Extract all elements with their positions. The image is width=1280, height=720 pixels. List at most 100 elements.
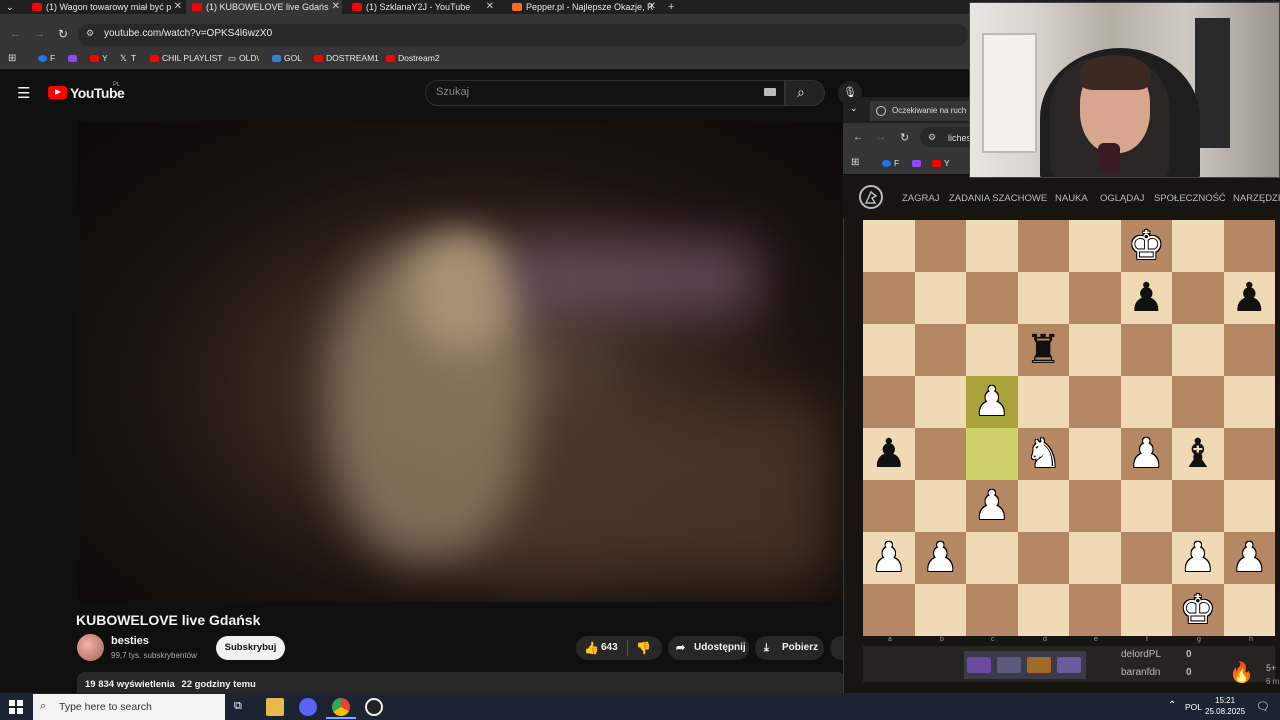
windows-start-icon[interactable] <box>9 700 23 714</box>
player-name[interactable]: delordPL <box>1121 649 1161 660</box>
thumbs-up-icon[interactable]: 👍 <box>584 636 599 660</box>
close-tab-icon[interactable]: ✕ <box>174 0 182 14</box>
square-c8[interactable] <box>966 220 1018 272</box>
chess-piece-h7[interactable]: ♟ <box>1224 272 1276 324</box>
player-name[interactable]: baranfdn <box>1121 667 1160 678</box>
square-c1[interactable] <box>966 584 1018 636</box>
chess-piece-d6[interactable]: ♜ <box>1018 324 1070 376</box>
chess-piece-h2[interactable]: ♟ <box>1224 532 1276 584</box>
square-g7[interactable] <box>1172 272 1224 324</box>
bookmark-twitch[interactable] <box>68 53 80 63</box>
bookmark-folder-old[interactable]: ▭ OLD\ <box>228 53 259 64</box>
taskbar-clock[interactable]: 15:21 25.08.2025 <box>1205 695 1245 717</box>
square-b1[interactable] <box>914 584 966 636</box>
nav-puzzles[interactable]: ZADANIA SZACHOWE <box>949 193 1047 204</box>
like-count[interactable]: 643 <box>601 636 618 660</box>
square-e6[interactable] <box>1069 324 1121 376</box>
download-button[interactable]: ⤓ Pobierz <box>755 636 824 660</box>
square-e3[interactable] <box>1069 480 1121 532</box>
square-h5[interactable] <box>1223 376 1275 428</box>
square-b8[interactable] <box>914 220 966 272</box>
nav-community[interactable]: SPOŁECZNOŚĆ <box>1154 193 1226 204</box>
back-icon[interactable]: ← <box>10 28 21 40</box>
forward-icon[interactable]: → <box>34 28 45 40</box>
square-d5[interactable] <box>1017 376 1069 428</box>
thumbs-down-icon[interactable]: 👎 <box>636 636 651 660</box>
chess-piece-c3[interactable]: ♟ <box>966 480 1018 532</box>
square-h1[interactable] <box>1223 584 1275 636</box>
task-view-icon[interactable]: ⧉ <box>234 700 242 713</box>
square-e5[interactable] <box>1069 376 1121 428</box>
search-input[interactable] <box>425 80 785 106</box>
close-tab-icon[interactable]: ✕ <box>648 0 656 14</box>
keyboard-icon[interactable] <box>764 88 776 96</box>
bookmark-f[interactable]: F <box>38 53 55 63</box>
browser-tab-active[interactable]: (1) KUBOWELOVE live Gdańs ✕ <box>186 0 342 14</box>
chess-board[interactable]: ♚ ♟ ♟ ♜ ♟ ♟ ♞ ♟ ♝ ♟ ♟ ♟ ♟ ♟ ♚ <box>863 220 1275 636</box>
lichess-tab[interactable]: Oczekiwanie na ruch p <box>870 101 980 121</box>
discord-icon[interactable] <box>299 698 317 716</box>
subscribe-button[interactable]: Subskrybuj <box>216 636 285 660</box>
more-actions-button[interactable] <box>830 636 844 660</box>
square-e4[interactable] <box>1069 428 1121 480</box>
bookmark-dostream1[interactable]: DOSTREAM1 <box>314 53 379 63</box>
square-b5[interactable] <box>914 376 966 428</box>
notifications-icon[interactable]: 🗨 <box>1256 700 1270 713</box>
browser-tab[interactable]: (1) SzklanaY2J - YouTube ✕ <box>346 0 496 14</box>
reload-icon[interactable]: ↻ <box>900 131 909 144</box>
nav-learn[interactable]: NAUKA <box>1055 193 1088 204</box>
square-g3[interactable] <box>1172 480 1224 532</box>
square-b3[interactable] <box>914 480 966 532</box>
site-info-icon[interactable]: ⚙ <box>86 28 94 39</box>
browser-tab[interactable]: (1) Wagon towarowy miał być p ✕ <box>26 0 184 14</box>
bookmark-t[interactable]: 𝕏T <box>120 53 136 64</box>
chess-piece-g4[interactable]: ♝ <box>1172 428 1224 480</box>
chess-piece-c5[interactable]: ♟ <box>966 376 1018 428</box>
square-b7[interactable] <box>914 272 966 324</box>
nav-watch[interactable]: OGLĄDAJ <box>1100 193 1144 204</box>
square-h3[interactable] <box>1223 480 1275 532</box>
square-a5[interactable] <box>863 376 915 428</box>
close-tab-icon[interactable]: ✕ <box>486 0 494 14</box>
square-f3[interactable] <box>1120 480 1172 532</box>
square-e1[interactable] <box>1069 584 1121 636</box>
video-player[interactable] <box>78 122 845 602</box>
menu-hamburger-icon[interactable]: ☰ <box>17 84 30 102</box>
chess-piece-g2[interactable]: ♟ <box>1172 532 1224 584</box>
square-c4[interactable] <box>966 428 1018 480</box>
new-tab-button[interactable]: + <box>668 0 674 14</box>
bookmark-gol[interactable]: GOL <box>272 53 302 63</box>
square-h4[interactable] <box>1223 428 1275 480</box>
square-f5[interactable] <box>1120 376 1172 428</box>
lichess-logo-icon[interactable] <box>857 183 885 211</box>
square-f6[interactable] <box>1120 324 1172 376</box>
chess-piece-f4[interactable]: ♟ <box>1121 428 1173 480</box>
obs-icon[interactable] <box>365 698 383 716</box>
tray-chevron-icon[interactable]: ⌃ <box>1168 700 1176 711</box>
square-a3[interactable] <box>863 480 915 532</box>
apps-grid-icon[interactable]: ⊞ <box>8 53 16 64</box>
chess-piece-f8[interactable]: ♚ <box>1121 220 1173 272</box>
back-icon[interactable]: ← <box>853 132 863 143</box>
youtube-logo-icon[interactable] <box>48 86 67 99</box>
close-tab-icon[interactable]: ✕ <box>332 0 340 14</box>
search-button[interactable] <box>785 80 825 106</box>
chess-piece-a2[interactable]: ♟ <box>863 532 915 584</box>
square-d8[interactable] <box>1017 220 1069 272</box>
chess-piece-g1[interactable]: ♚ <box>1172 584 1224 636</box>
square-h8[interactable] <box>1223 220 1275 272</box>
square-d1[interactable] <box>1017 584 1069 636</box>
nav-tools[interactable]: NARZĘDZIA <box>1233 193 1280 204</box>
tab-list-chevron-icon[interactable]: ⌄ <box>6 0 14 14</box>
bookmark-chil-playlist[interactable]: CHIL PLAYLIST <box>150 53 222 63</box>
site-info-icon[interactable]: ⚙ <box>928 132 936 143</box>
square-a8[interactable] <box>863 220 915 272</box>
square-c2[interactable] <box>966 532 1018 584</box>
square-e7[interactable] <box>1069 272 1121 324</box>
language-indicator[interactable]: POL <box>1185 702 1202 712</box>
square-e2[interactable] <box>1069 532 1121 584</box>
square-g8[interactable] <box>1172 220 1224 272</box>
square-e8[interactable] <box>1069 220 1121 272</box>
square-d2[interactable] <box>1017 532 1069 584</box>
browser-tab[interactable]: Pepper.pl - Najlepsze Okazje, R ✕ <box>506 0 658 14</box>
